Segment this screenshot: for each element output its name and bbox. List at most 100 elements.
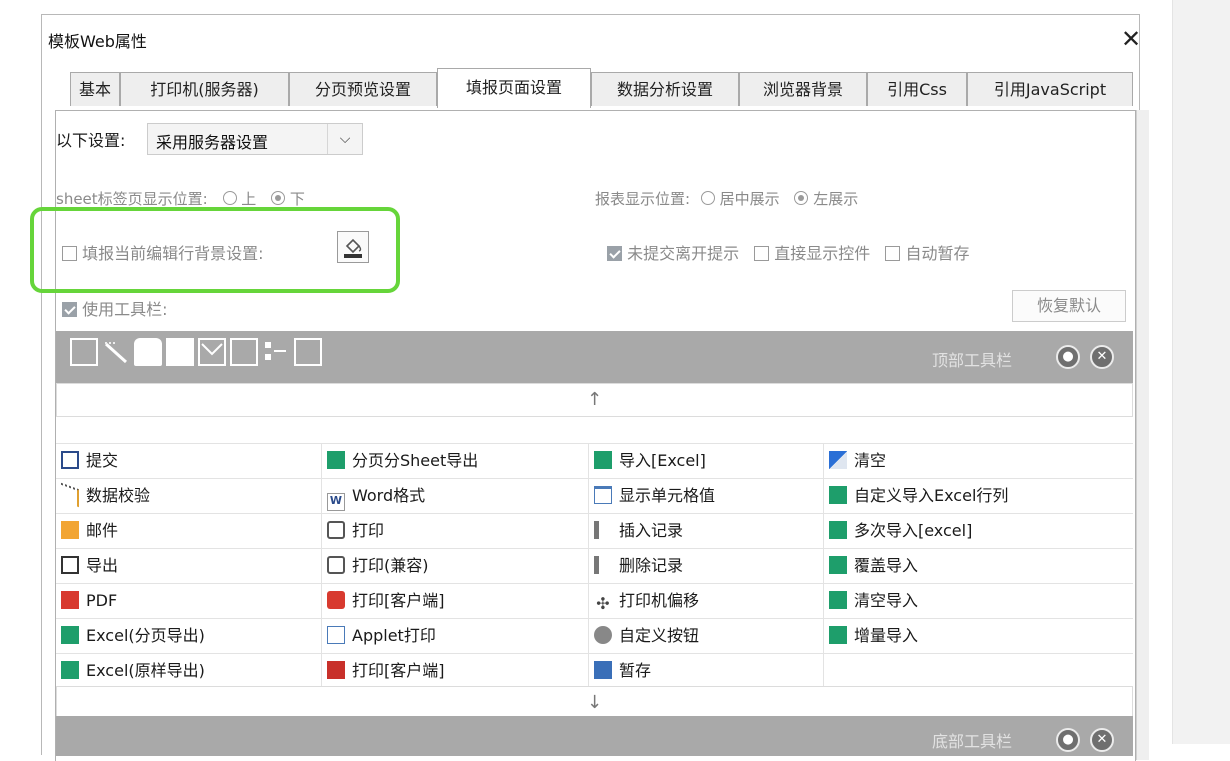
source-select[interactable]: 采用服务器设置 ⌵ bbox=[147, 123, 363, 155]
list-item[interactable]: Excel(分页导出) bbox=[56, 618, 322, 653]
excel-icon bbox=[594, 451, 612, 469]
list-item[interactable]: 插入记录 bbox=[589, 513, 824, 548]
excel-icon bbox=[327, 451, 345, 469]
sheet-tab-position-group: sheet标签页显示位置: 上 下 bbox=[56, 188, 305, 209]
tab-fill-page[interactable]: 填报页面设置 bbox=[437, 68, 591, 108]
print-icon bbox=[327, 521, 345, 539]
tab-printer-server[interactable]: 打印机(服务器) bbox=[120, 72, 289, 106]
radio-bottom-label: 下 bbox=[289, 190, 305, 208]
list-item[interactable]: Applet打印 bbox=[322, 618, 589, 653]
stash-icon bbox=[594, 661, 612, 679]
list-item[interactable]: 邮件 bbox=[56, 513, 322, 548]
cell-icon bbox=[594, 486, 612, 504]
scrollbar[interactable] bbox=[1136, 110, 1149, 760]
list-item[interactable]: 打印 bbox=[322, 513, 589, 548]
list-item[interactable]: 导入[Excel] bbox=[589, 443, 824, 478]
list-item[interactable]: ✣ 打印机偏移 bbox=[589, 583, 824, 618]
paint-bucket-icon bbox=[344, 238, 362, 258]
list-item[interactable]: Excel(原样导出) bbox=[56, 653, 322, 688]
title-bar: 模板Web属性 ✕ bbox=[42, 15, 1141, 65]
list-item[interactable]: 多次导入[excel] bbox=[824, 513, 1133, 548]
list-item[interactable]: 导出 bbox=[56, 548, 322, 583]
list-item[interactable]: 清空导入 bbox=[824, 583, 1133, 618]
excel-icon bbox=[829, 521, 847, 539]
reset-default-button[interactable]: 恢复默认 bbox=[1012, 290, 1126, 322]
tab-browser-bg[interactable]: 浏览器背景 bbox=[739, 72, 867, 106]
use-toolbar-label: 使用工具栏: bbox=[82, 300, 168, 319]
insert-row-icon[interactable] bbox=[230, 338, 258, 366]
source-label: 以下设置: bbox=[56, 131, 126, 150]
list-item[interactable]: 提交 bbox=[56, 443, 322, 478]
remove-toolbar-icon[interactable]: ✕ bbox=[1090, 728, 1114, 752]
report-position-label: 报表显示位置: bbox=[595, 190, 691, 208]
verify-icon bbox=[61, 482, 79, 508]
radio-center[interactable] bbox=[700, 191, 715, 205]
save-icon[interactable] bbox=[70, 338, 98, 366]
print-icon[interactable] bbox=[134, 338, 162, 366]
radio-bottom[interactable] bbox=[271, 191, 286, 205]
radio-top-label: 上 bbox=[241, 190, 257, 208]
list-item[interactable]: 增量导入 bbox=[824, 618, 1133, 653]
dialog-title: 模板Web属性 bbox=[48, 32, 147, 51]
tab-basic[interactable]: 基本 bbox=[70, 72, 120, 106]
tab-data-analysis[interactable]: 数据分析设置 bbox=[591, 72, 739, 106]
show-widget-label: 直接显示控件 bbox=[774, 244, 871, 263]
move-up-arrow[interactable]: ↑ bbox=[56, 383, 1133, 417]
bg-color-button[interactable] bbox=[337, 231, 369, 263]
edit-row-bg-checkbox[interactable] bbox=[62, 246, 77, 261]
settings-gear-icon[interactable]: ● bbox=[1056, 345, 1080, 369]
delete-row-icon[interactable] bbox=[262, 338, 290, 366]
tab-page-preview[interactable]: 分页预览设置 bbox=[289, 72, 437, 106]
submit-options-group: 未提交离开提示 直接显示控件 自动暂存 bbox=[607, 240, 970, 264]
list-item[interactable]: 分页分Sheet导出 bbox=[322, 443, 589, 478]
save-icon bbox=[61, 451, 79, 469]
list-item[interactable]: 打印(兼容) bbox=[322, 548, 589, 583]
list-item[interactable]: 清空 bbox=[824, 443, 1133, 478]
list-item[interactable]: W Word格式 bbox=[322, 478, 589, 513]
cell-icon[interactable] bbox=[294, 338, 322, 366]
edit-row-bg-label: 填报当前编辑行背景设置: bbox=[82, 244, 264, 263]
move-icon: ✣ bbox=[596, 594, 610, 613]
list-item[interactable]: 打印[客户端] bbox=[322, 653, 589, 688]
list-item[interactable]: 数据校验 bbox=[56, 478, 322, 513]
edit-row-bg-group: 填报当前编辑行背景设置: bbox=[62, 240, 264, 264]
print-icon bbox=[327, 556, 345, 574]
report-position-group: 报表显示位置: 居中展示 左展示 bbox=[595, 188, 858, 209]
mail-icon[interactable] bbox=[198, 338, 226, 366]
radio-left[interactable] bbox=[794, 191, 809, 205]
list-item[interactable]: 打印[客户端] bbox=[322, 583, 589, 618]
list-item[interactable]: 显示单元格值 bbox=[589, 478, 824, 513]
tab-strip: 基本 打印机(服务器) 分页预览设置 填报页面设置 数据分析设置 浏览器背景 引… bbox=[42, 68, 1139, 112]
tab-ref-css[interactable]: 引用Css bbox=[867, 72, 967, 106]
list-item[interactable]: 自定义按钮 bbox=[589, 618, 824, 653]
verify-icon[interactable] bbox=[102, 338, 130, 366]
export-icon bbox=[61, 556, 79, 574]
move-down-arrow[interactable]: ↓ bbox=[56, 686, 1133, 720]
list-item[interactable]: PDF bbox=[56, 583, 322, 618]
list-item[interactable]: 删除记录 bbox=[589, 548, 824, 583]
mail-icon bbox=[61, 521, 79, 539]
right-side-pane bbox=[1172, 0, 1230, 744]
insert-row-icon bbox=[594, 521, 612, 539]
use-toolbar-checkbox[interactable] bbox=[62, 302, 77, 317]
tab-ref-js[interactable]: 引用JavaScript bbox=[967, 72, 1133, 106]
close-icon[interactable]: ✕ bbox=[1118, 25, 1144, 53]
delete-row-icon bbox=[594, 556, 612, 574]
settings-gear-icon[interactable]: ● bbox=[1056, 728, 1080, 752]
radio-top[interactable] bbox=[222, 191, 237, 205]
remove-toolbar-icon[interactable]: ✕ bbox=[1090, 345, 1114, 369]
word-icon: W bbox=[327, 493, 345, 511]
autosave-checkbox[interactable] bbox=[885, 246, 901, 261]
list-item bbox=[824, 653, 1133, 688]
export-icon[interactable] bbox=[166, 338, 194, 366]
autosave-label: 自动暂存 bbox=[905, 244, 970, 263]
excel-icon bbox=[829, 486, 847, 504]
radio-left-label: 左展示 bbox=[813, 190, 859, 208]
unsubmitted-checkbox[interactable] bbox=[607, 246, 622, 261]
unsubmitted-label: 未提交离开提示 bbox=[627, 244, 740, 263]
list-item[interactable]: 覆盖导入 bbox=[824, 548, 1133, 583]
list-item[interactable]: 暂存 bbox=[589, 653, 824, 688]
list-item[interactable]: 自定义导入Excel行列 bbox=[824, 478, 1133, 513]
use-toolbar-group: 使用工具栏: bbox=[62, 296, 168, 320]
show-widget-checkbox[interactable] bbox=[754, 246, 770, 261]
